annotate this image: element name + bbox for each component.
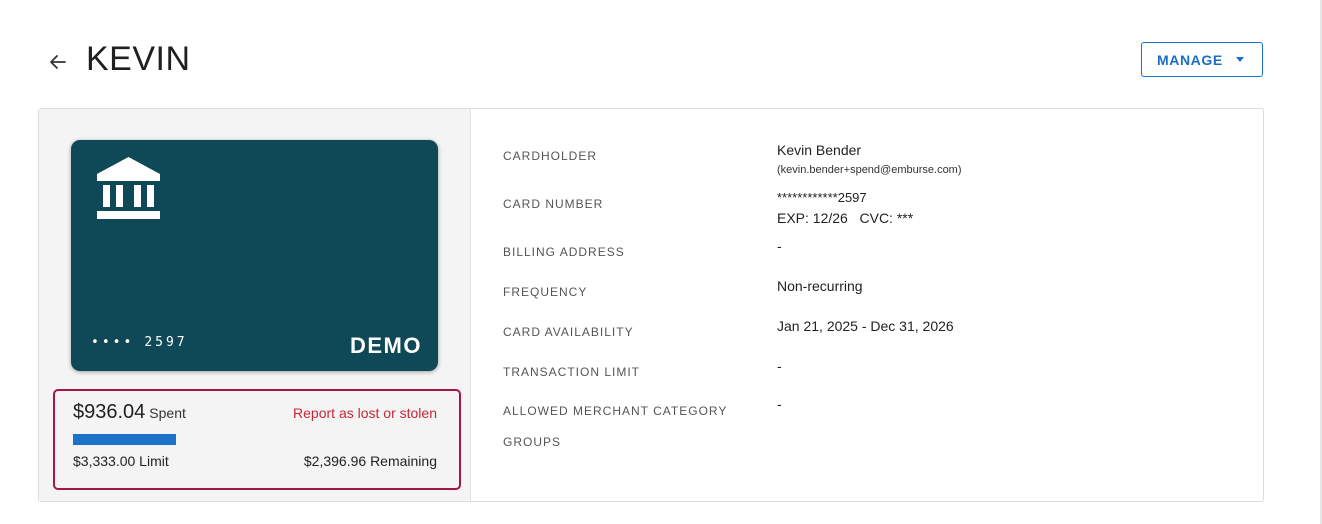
spend-progress-fill (73, 434, 176, 445)
card-visual-column: •••• 2597 DEMO $936.04 Spent Report as lo… (39, 109, 471, 501)
spent-amount: $936.04 Spent (73, 401, 186, 424)
remaining-text: $2,396.96 Remaining (303, 453, 437, 469)
card-availability-value: Jan 21, 2025 - Dec 31, 2026 (777, 318, 954, 334)
spend-progress-bar (73, 434, 439, 445)
spent-value: $936.04 (73, 401, 146, 423)
report-lost-stolen-link[interactable]: Report as lost or stolen (293, 405, 437, 421)
transaction-limit-value: - (777, 358, 782, 374)
cardholder-name: Kevin Bender (777, 142, 862, 158)
billing-address-value: - (777, 238, 782, 254)
back-arrow-icon[interactable] (48, 52, 68, 72)
bank-icon (97, 157, 160, 219)
manage-button[interactable]: MANAGE (1141, 42, 1263, 77)
card-detail-page: KEVIN MANAGE •••• 2597 DEMO $936.04 Spen… (0, 0, 1322, 524)
cardholder-label: CARDHOLDER (503, 149, 598, 163)
transaction-limit-label: TRANSACTION LIMIT (503, 365, 641, 379)
frequency-value: Non-recurring (777, 278, 863, 294)
manage-button-label: MANAGE (1157, 51, 1223, 68)
card-number-label: CARD NUMBER (503, 197, 604, 211)
card-mask-dots: •••• (91, 335, 135, 350)
limit-text: $3,333.00 Limit (73, 453, 169, 469)
spent-label: Spent (149, 405, 186, 421)
card-last-four: 2597 (144, 335, 188, 350)
card-number-value: ************2597 (777, 190, 867, 205)
card-panel: •••• 2597 DEMO $936.04 Spent Report as lo… (38, 108, 1264, 502)
card-demo-label: DEMO (350, 333, 422, 358)
spend-summary: $936.04 Spent Report as lost or stolen $3… (53, 389, 461, 490)
card-availability-label: CARD AVAILABILITY (503, 325, 634, 339)
card-masked-number: •••• 2597 (91, 335, 188, 350)
card-exp-cvc: EXP: 12/26 CVC: *** (777, 210, 914, 226)
billing-address-label: BILLING ADDRESS (503, 245, 625, 259)
page-title: KEVIN (86, 40, 191, 78)
merchant-category-value: - (777, 396, 782, 412)
virtual-card-image: •••• 2597 DEMO (71, 140, 438, 371)
merchant-category-label: ALLOWED MERCHANT CATEGORY GROUPS (503, 404, 728, 449)
cardholder-email: (kevin.bender+spend@emburse.com) (777, 164, 962, 176)
caret-down-icon (1236, 57, 1244, 62)
frequency-label: FREQUENCY (503, 285, 588, 299)
